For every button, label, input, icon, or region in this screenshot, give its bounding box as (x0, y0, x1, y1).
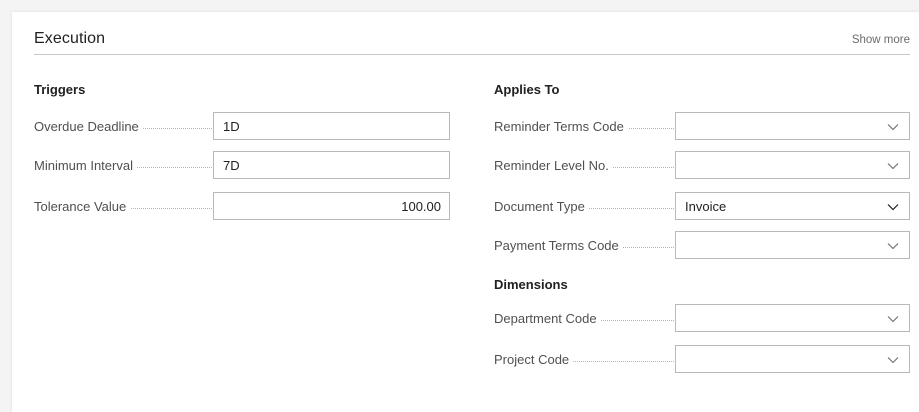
document-type-row: Document Type Invoice (494, 192, 910, 222)
reminder-level-no-select[interactable] (675, 151, 910, 179)
applies-to-group-title: Applies To (494, 82, 560, 97)
overdue-deadline-input[interactable]: 1D (213, 112, 450, 140)
reminder-terms-code-row: Reminder Terms Code (494, 112, 910, 142)
minimum-interval-value: 7D (223, 158, 240, 173)
tolerance-value-value: 100.00 (401, 199, 441, 214)
project-code-select[interactable] (675, 345, 910, 373)
minimum-interval-label: Minimum Interval (34, 158, 137, 173)
chevron-down-icon (887, 316, 899, 323)
chevron-down-icon (887, 357, 899, 364)
chevron-down-icon (887, 163, 899, 170)
document-type-label: Document Type (494, 199, 589, 214)
overdue-deadline-label: Overdue Deadline (34, 119, 143, 134)
payment-terms-code-row: Payment Terms Code (494, 231, 910, 261)
document-type-value: Invoice (685, 199, 727, 214)
tolerance-value-row: Tolerance Value 100.00 (34, 192, 450, 222)
department-code-row: Department Code (494, 304, 910, 334)
project-code-label: Project Code (494, 352, 574, 367)
reminder-level-no-row: Reminder Level No. (494, 151, 910, 181)
show-more-link[interactable]: Show more (852, 34, 910, 46)
section-header: Execution Show more (34, 30, 910, 55)
reminder-terms-code-select[interactable] (675, 112, 910, 140)
dimensions-group-title: Dimensions (494, 277, 568, 292)
triggers-group-title: Triggers (34, 82, 86, 97)
reminder-terms-code-label: Reminder Terms Code (494, 119, 628, 134)
payment-terms-code-select[interactable] (675, 231, 910, 259)
overdue-deadline-row: Overdue Deadline 1D (34, 112, 450, 142)
tolerance-value-input[interactable]: 100.00 (213, 192, 450, 220)
department-code-select[interactable] (675, 304, 910, 332)
project-code-row: Project Code (494, 345, 910, 375)
chevron-down-icon (887, 204, 899, 211)
reminder-level-no-label: Reminder Level No. (494, 158, 613, 173)
section-title: Execution (34, 30, 106, 47)
minimum-interval-input[interactable]: 7D (213, 151, 450, 179)
department-code-label: Department Code (494, 311, 601, 326)
chevron-down-icon (887, 243, 899, 250)
tolerance-value-label: Tolerance Value (34, 199, 131, 214)
chevron-down-icon (887, 124, 899, 131)
document-type-select[interactable]: Invoice (675, 192, 910, 220)
minimum-interval-row: Minimum Interval 7D (34, 151, 450, 181)
payment-terms-code-label: Payment Terms Code (494, 238, 623, 253)
overdue-deadline-value: 1D (223, 119, 240, 134)
execution-card: Execution Show more Triggers Overdue Dea… (12, 12, 919, 412)
